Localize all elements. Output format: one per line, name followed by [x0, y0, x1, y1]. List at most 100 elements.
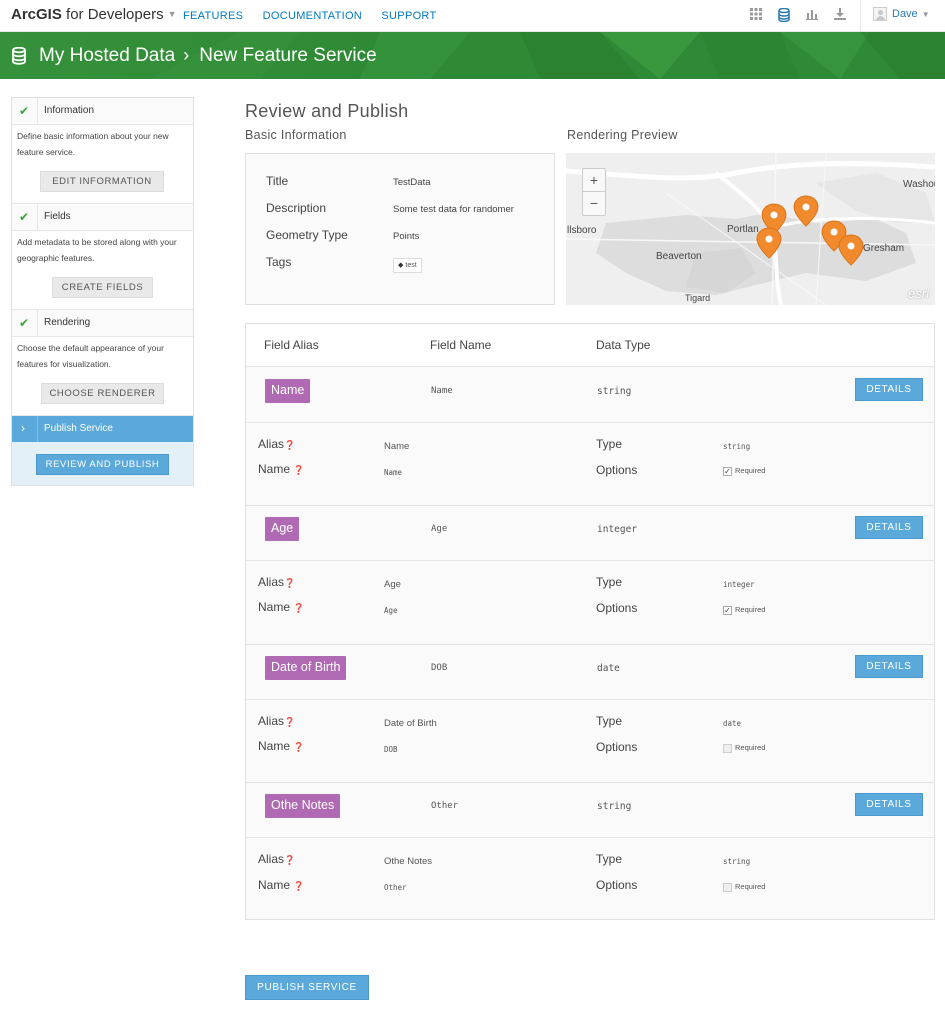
name-value: DOB: [384, 745, 398, 754]
step-label: Fields: [44, 211, 71, 222]
geometry-type-value: Points: [393, 231, 420, 242]
checkmark-icon: ✔: [19, 316, 30, 330]
chevron-right-icon: ›: [183, 45, 190, 65]
step-publish-service[interactable]: › Publish Service: [12, 416, 193, 442]
basic-info-panel: Title TestData Description Some test dat…: [245, 153, 555, 305]
field-alias-badge: Age: [265, 517, 300, 541]
chevron-right-icon: ›: [21, 421, 25, 435]
edit-information-button[interactable]: EDIT INFORMATION: [40, 171, 164, 192]
section-heading: Review and Publish: [245, 101, 409, 121]
name-label: Name ❓: [258, 878, 305, 892]
step-fields[interactable]: ✔ Fields: [12, 204, 193, 231]
avatar: [873, 7, 887, 21]
fields-table-header: Field Alias Field Name Data Type: [246, 324, 934, 367]
user-menu[interactable]: Dave ▼: [873, 7, 930, 21]
alias-value: Age: [384, 579, 401, 590]
field-alias-badge: Othe Notes: [265, 794, 341, 818]
field-alias-badge: Date of Birth: [265, 656, 347, 680]
create-fields-button[interactable]: CREATE FIELDS: [52, 277, 153, 298]
fields-table: Field Alias Field Name Data Type Name Na…: [245, 323, 935, 920]
esri-logo: esri: [908, 286, 929, 301]
alias-label: Alias❓: [258, 714, 296, 728]
details-button[interactable]: DETAILS: [855, 793, 923, 816]
tag-icon: ◆: [398, 262, 404, 269]
map-marker-icon: [838, 234, 864, 266]
checkmark-icon: ✔: [19, 210, 30, 224]
step-description: Add metadata to be stored along with you…: [17, 237, 177, 263]
publish-service-button[interactable]: PUBLISH SERVICE: [245, 975, 369, 1000]
map-marker-icon: [756, 227, 782, 259]
step-rendering-body: Choose the default appearance of your fe…: [12, 337, 193, 416]
database-icon[interactable]: [777, 7, 791, 23]
required-checkbox[interactable]: [723, 882, 732, 892]
help-icon: ❓: [284, 855, 296, 865]
required-option[interactable]: ✓ Required: [723, 466, 765, 476]
step-description: Choose the default appearance of your fe…: [17, 343, 164, 369]
type-value: string: [723, 442, 751, 451]
tag-text: test: [405, 262, 417, 269]
breadcrumb-my-hosted-data[interactable]: My Hosted Data: [39, 45, 175, 66]
top-navigation: ArcGIS for Developers ▼ FEATURES DOCUMENT…: [0, 0, 945, 32]
nav-link-features[interactable]: FEATURES: [183, 10, 243, 22]
column-header-field-name: Field Name: [430, 338, 492, 352]
alias-label: Alias❓: [258, 437, 296, 451]
map-marker-icon: [793, 195, 819, 227]
required-option[interactable]: ✓ Required: [723, 605, 765, 615]
type-label: Type: [596, 852, 623, 866]
type-value: string: [723, 857, 751, 866]
nav-link-documentation[interactable]: DOCUMENTATION: [263, 10, 362, 22]
description-label: Description: [266, 201, 327, 215]
column-header-data-type: Data Type: [596, 338, 651, 352]
field-type: date: [597, 663, 620, 674]
required-checkbox[interactable]: [723, 743, 732, 753]
name-value: Name: [384, 468, 403, 477]
name-label: Name ❓: [258, 739, 305, 753]
name-value: Age: [384, 606, 398, 615]
help-icon: ❓: [284, 440, 296, 450]
download-icon[interactable]: [833, 8, 847, 22]
type-label: Type: [596, 714, 623, 728]
details-button[interactable]: DETAILS: [855, 655, 923, 678]
required-checkbox[interactable]: ✓: [723, 605, 732, 615]
step-label: Information: [44, 105, 95, 116]
options-label: Options: [596, 878, 638, 892]
nav-link-support[interactable]: SUPPORT: [381, 10, 436, 22]
page-title: New Feature Service: [199, 45, 377, 66]
field-type: string: [597, 801, 632, 812]
step-publish-body: REVIEW AND PUBLISH: [12, 442, 193, 485]
field-name: Name: [431, 386, 453, 396]
breadcrumb: My Hosted Data › New Feature Service: [39, 45, 377, 67]
details-button[interactable]: DETAILS: [855, 378, 923, 401]
name-label: Name ❓: [258, 600, 305, 614]
step-description: Define basic information about your new …: [17, 131, 169, 157]
brand-menu[interactable]: ArcGIS for Developers ▼: [11, 6, 177, 23]
help-icon: ❓: [293, 603, 305, 613]
field-row: Date of Birth DOB date DETAILS Alias❓ Da…: [246, 644, 934, 782]
brand-name: ArcGIS: [11, 6, 62, 23]
name-value: Other: [384, 883, 407, 892]
user-name: Dave: [892, 7, 918, 20]
step-information[interactable]: ✔ Information: [12, 98, 193, 125]
alias-value: Date of Birth: [384, 718, 437, 729]
title-label: Title: [266, 174, 289, 188]
basic-info-heading: Basic Information: [245, 128, 347, 142]
grid-icon[interactable]: [749, 8, 763, 22]
review-and-publish-button[interactable]: REVIEW AND PUBLISH: [36, 454, 169, 475]
field-name: Age: [431, 524, 448, 534]
help-icon: ❓: [284, 717, 296, 727]
choose-renderer-button[interactable]: CHOOSE RENDERER: [41, 383, 164, 404]
chart-icon[interactable]: [805, 8, 819, 22]
chevron-down-icon: ▼: [167, 9, 177, 19]
step-rendering[interactable]: ✔ Rendering: [12, 310, 193, 337]
user-divider: [860, 0, 861, 32]
brand-suffix: for Developers: [61, 6, 164, 23]
tags-label: Tags: [266, 255, 292, 269]
options-label: Options: [596, 463, 638, 477]
rendering-preview-heading: Rendering Preview: [567, 128, 678, 142]
required-option[interactable]: Required: [723, 882, 765, 892]
required-checkbox[interactable]: ✓: [723, 466, 732, 476]
rendering-preview-map[interactable]: + − Washou llsboro Portlan Gresham Beave…: [566, 153, 935, 305]
details-button[interactable]: DETAILS: [855, 516, 923, 539]
required-option[interactable]: Required: [723, 743, 765, 753]
type-value: date: [723, 719, 742, 728]
